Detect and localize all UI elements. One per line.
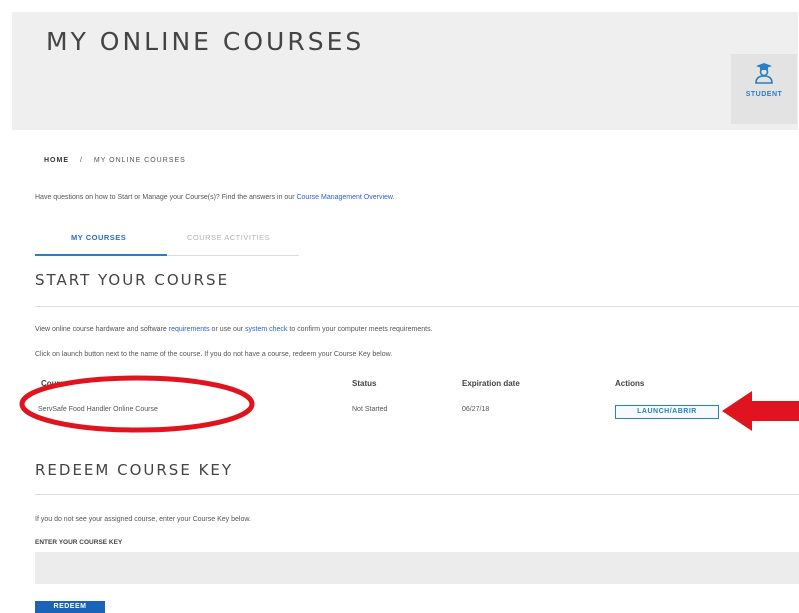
redeem-button[interactable]: REDEEM [35, 601, 105, 613]
requirements-text-a: View online course hardware and software [35, 326, 167, 333]
course-expiration-cell: 06/27/18 [462, 406, 490, 413]
breadcrumb: HOME / MY ONLINE COURSES [44, 157, 186, 164]
requirements-text: View online course hardware and software… [35, 326, 433, 333]
course-management-overview-link[interactable]: Course Management Overview [296, 194, 392, 201]
redeem-instructions: If you do not see your assigned course, … [35, 516, 251, 523]
launch-button[interactable]: LAUNCH/ABRIR [615, 405, 719, 419]
tab-my-courses[interactable]: MY COURSES [71, 233, 126, 242]
course-status-cell: Not Started [352, 406, 388, 413]
column-header-actions: Actions [615, 379, 645, 388]
breadcrumb-home-link[interactable]: HOME [44, 157, 69, 164]
tab-course-activities[interactable]: COURSE ACTIVITIES [187, 233, 270, 242]
course-key-label: ENTER YOUR COURSE KEY [35, 539, 123, 546]
help-text-end: . [392, 194, 395, 201]
column-header-course: Course [41, 379, 69, 388]
course-key-input[interactable] [35, 552, 799, 584]
student-role-label: STUDENT [745, 91, 783, 98]
requirements-text-b: or use our [211, 326, 244, 333]
column-header-status: Status [352, 379, 377, 388]
help-text: Have questions on how to Start or Manage… [35, 194, 395, 201]
breadcrumb-separator: / [79, 157, 83, 164]
section-divider [35, 494, 799, 495]
launch-instructions: Click on launch button next to the name … [35, 351, 393, 358]
requirements-link[interactable]: requirements [169, 326, 210, 333]
student-icon [755, 63, 773, 84]
help-text-body: Have questions on how to Start or Manage… [35, 194, 295, 201]
redeem-key-heading: REDEEM COURSE KEY [35, 461, 234, 479]
active-tab-indicator [35, 254, 167, 256]
red-arrow-annotation [722, 391, 799, 431]
page-title: MY ONLINE COURSES [46, 27, 365, 56]
section-divider [35, 306, 799, 307]
student-role-button[interactable]: STUDENT [731, 54, 797, 124]
requirements-text-c: to confirm your computer meets requireme… [289, 326, 433, 333]
start-course-heading: START YOUR COURSE [35, 271, 230, 289]
breadcrumb-current: MY ONLINE COURSES [93, 157, 186, 164]
column-header-expiration: Expiration date [462, 379, 520, 388]
system-check-link[interactable]: system check [245, 326, 287, 333]
course-tabs: MY COURSES COURSE ACTIVITIES [35, 228, 299, 256]
course-name-cell: ServSafe Food Handler Online Course [38, 406, 158, 413]
